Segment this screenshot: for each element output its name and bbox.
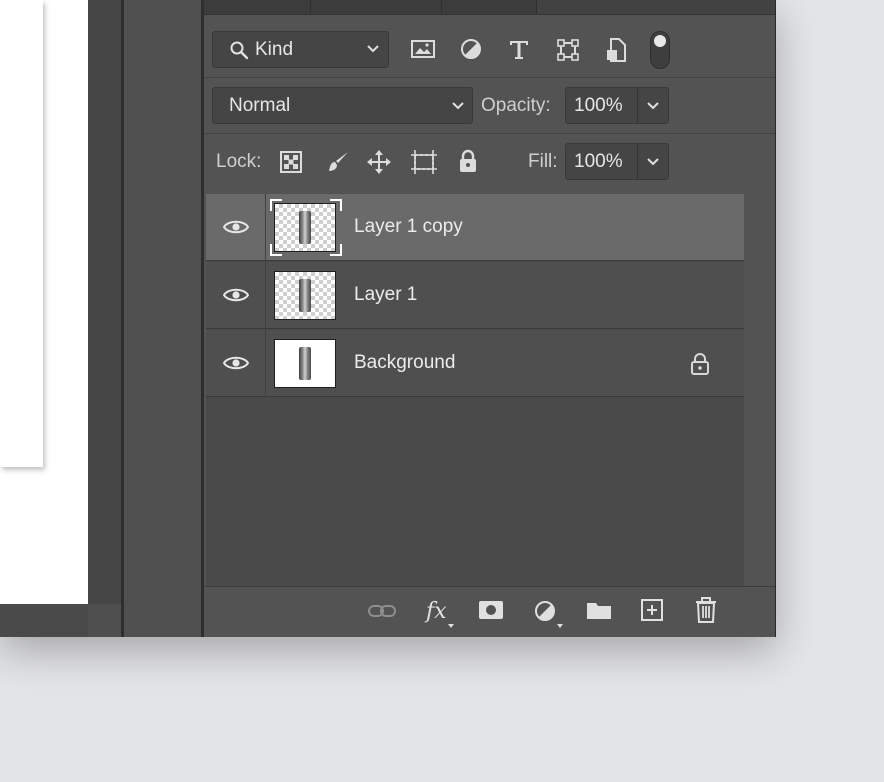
layer-thumbnail[interactable] <box>274 271 336 320</box>
shape-filter-icon[interactable] <box>556 38 580 62</box>
smart-object-filter-icon[interactable] <box>605 37 627 63</box>
canvas-area <box>0 0 88 604</box>
lock-artboard-icon[interactable] <box>410 149 438 175</box>
layer-thumbnail[interactable] <box>274 203 336 252</box>
layer-name[interactable]: Layer 1 copy <box>354 216 463 238</box>
blend-mode-dropdown[interactable]: Normal <box>212 87 473 124</box>
layer-content-preview <box>299 211 311 244</box>
delete-layer-icon[interactable] <box>694 597 718 623</box>
chevron-down-icon <box>451 101 465 111</box>
lock-position-icon[interactable] <box>366 149 392 175</box>
separator <box>204 77 775 78</box>
separator <box>204 133 775 134</box>
opacity-label: Opacity: <box>481 95 551 116</box>
canvas-vertical-scrollbar[interactable] <box>88 0 121 604</box>
chevron-down-icon[interactable] <box>646 157 660 167</box>
panel-tab[interactable] <box>204 0 311 14</box>
scrollbar-corner <box>88 604 121 637</box>
panel-tab[interactable] <box>442 0 537 14</box>
toggle-knob <box>654 35 666 47</box>
visibility-toggle[interactable] <box>206 330 266 397</box>
selection-corner <box>330 199 342 211</box>
selection-corner <box>270 199 282 211</box>
lock-image-pixels-icon[interactable] <box>325 149 351 175</box>
selection-corner <box>270 244 282 256</box>
layers-panel: Kind Normal Opacity: 100% Lock: Fill: 10… <box>204 0 776 637</box>
panel-footer: fx <box>204 586 775 636</box>
chevron-down-icon <box>366 44 380 54</box>
artboard[interactable] <box>0 0 43 467</box>
layers-list[interactable]: Layer 1 copy Layer 1 Background <box>206 194 744 586</box>
layer-row[interactable]: Layer 1 copy <box>206 194 744 261</box>
photoshop-window: Kind Normal Opacity: 100% Lock: Fill: 10… <box>0 0 776 637</box>
fill-value: 100% <box>574 151 623 172</box>
svg-text:fx: fx <box>424 599 447 624</box>
layers-scrollbar[interactable] <box>744 194 774 586</box>
layer-lock-icon[interactable] <box>690 352 710 376</box>
fill-field[interactable]: 100% <box>565 143 669 180</box>
filter-kind-dropdown[interactable]: Kind <box>212 31 389 68</box>
lock-label: Lock: <box>216 151 262 172</box>
document-canvas[interactable] <box>0 0 88 604</box>
filter-kind-label: Kind <box>255 39 294 60</box>
panel-tab-bar <box>204 0 775 15</box>
canvas-horizontal-scrollbar[interactable] <box>0 604 88 637</box>
filter-toggle-icon[interactable] <box>650 31 670 69</box>
link-layers-icon[interactable] <box>367 601 397 621</box>
search-icon <box>229 40 249 60</box>
fill-label: Fill: <box>528 151 558 172</box>
opacity-value: 100% <box>574 95 623 116</box>
chevron-down-icon[interactable] <box>646 101 660 111</box>
lock-all-icon[interactable] <box>458 149 478 173</box>
lock-transparent-pixels-icon[interactable] <box>280 151 302 173</box>
add-mask-icon[interactable] <box>478 599 504 621</box>
eye-icon <box>223 355 249 371</box>
blend-mode-value: Normal <box>229 95 291 116</box>
image-filter-icon[interactable] <box>411 39 435 59</box>
layer-thumbnail[interactable] <box>274 339 336 388</box>
layer-content-preview <box>299 347 311 380</box>
layer-row[interactable]: Layer 1 <box>206 262 744 329</box>
opacity-field[interactable]: 100% <box>565 87 669 124</box>
new-layer-icon[interactable] <box>640 598 664 622</box>
panel-tab[interactable] <box>311 0 442 14</box>
visibility-toggle[interactable] <box>206 194 266 261</box>
collapsed-panel-dock <box>124 0 201 637</box>
layer-row[interactable]: Background <box>206 330 744 397</box>
field-divider <box>637 144 638 179</box>
adjustment-filter-icon[interactable] <box>460 38 482 60</box>
fx-icon[interactable]: fx <box>423 596 457 630</box>
selection-corner <box>330 244 342 256</box>
eye-icon <box>223 219 249 235</box>
visibility-toggle[interactable] <box>206 262 266 329</box>
new-group-icon[interactable] <box>585 599 613 621</box>
type-filter-icon[interactable] <box>508 38 530 60</box>
layer-name[interactable]: Background <box>354 352 455 374</box>
eye-icon <box>223 287 249 303</box>
layer-name[interactable]: Layer 1 <box>354 284 417 306</box>
layer-content-preview <box>299 279 311 312</box>
field-divider <box>637 88 638 123</box>
adjustment-layer-icon[interactable] <box>532 598 566 630</box>
